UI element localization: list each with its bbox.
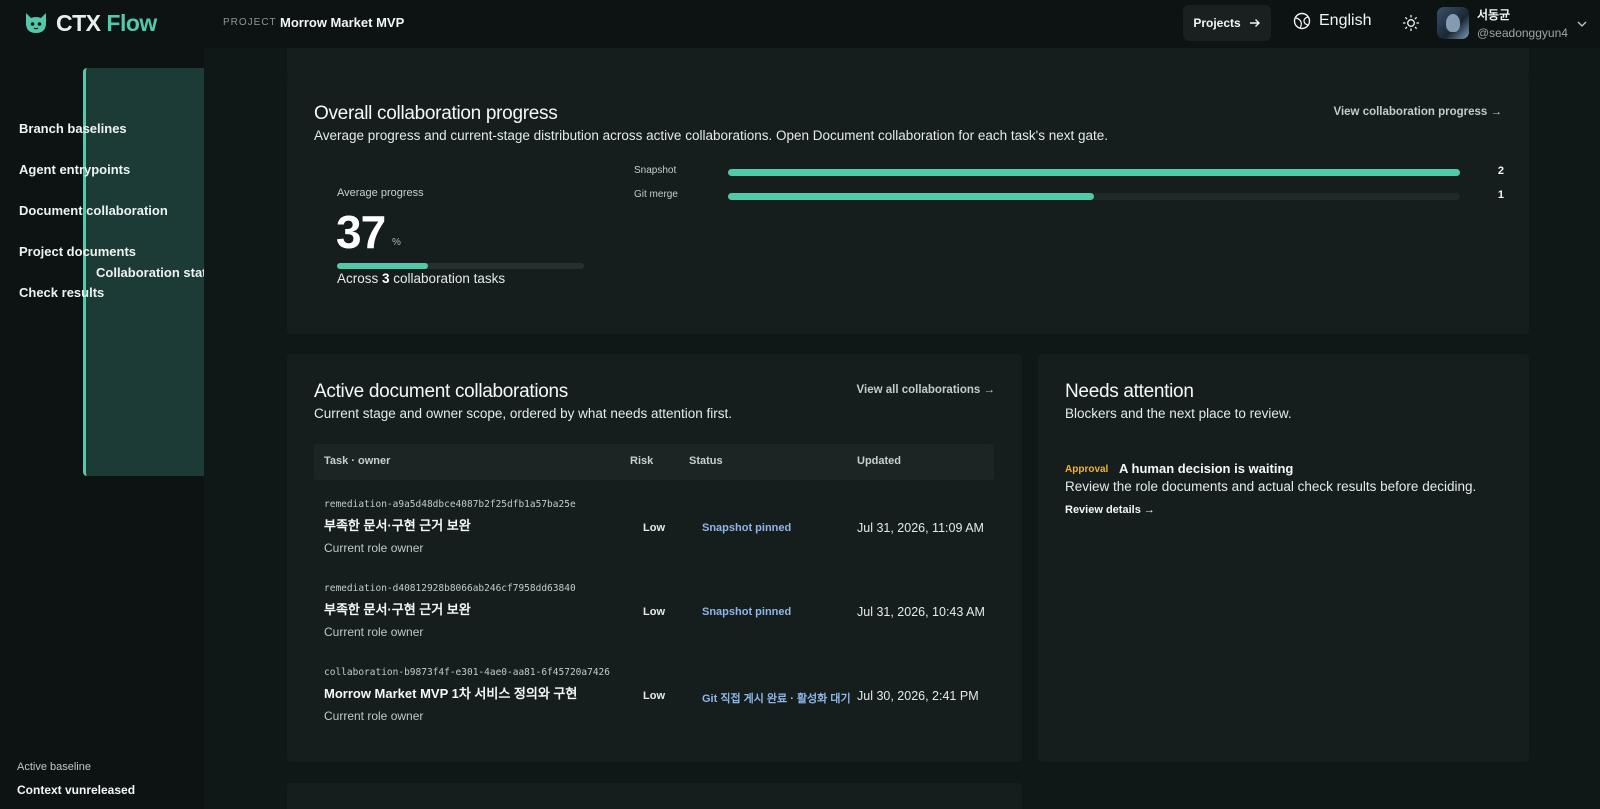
updated-time: Jul 31, 2026, 10:43 AM bbox=[857, 605, 985, 619]
needs-attention-card: Needs attention Blockers and the next pl… bbox=[1038, 354, 1529, 762]
table-header: Task · owner Risk Status Updated bbox=[314, 444, 994, 480]
chevron-down-icon[interactable] bbox=[1576, 18, 1588, 30]
task-id: remediation-d40812928b8066ab246cf7958dd6… bbox=[324, 583, 576, 594]
across-prefix: Across bbox=[337, 271, 383, 286]
sidebar-item-branch-baselines[interactable]: Branch baselines bbox=[6, 109, 192, 147]
sidebar-item-agent-entrypoints[interactable]: Agent entrypoints bbox=[6, 150, 192, 188]
risk-value: Low bbox=[643, 522, 665, 534]
overall-progress-description: Average progress and current-stage distr… bbox=[314, 128, 1109, 143]
task-title[interactable]: Morrow Market MVP 1차 서비스 정의와 구현 bbox=[324, 683, 577, 702]
language-label: English bbox=[1319, 12, 1372, 29]
brand-name: CTX Flow bbox=[56, 10, 157, 37]
stage-name: Snapshot bbox=[634, 165, 677, 176]
projects-button-label: Projects bbox=[1193, 16, 1241, 30]
across-count: 3 bbox=[382, 271, 390, 286]
needs-attention-description: Blockers and the next place to review. bbox=[1065, 406, 1292, 421]
average-progress-unit: % bbox=[392, 237, 401, 248]
task-id: remediation-a9a5d48dbce4087b2f25dfb1a57b… bbox=[324, 499, 576, 510]
task-title[interactable]: 부족한 문서·구현 근거 보완 bbox=[324, 515, 471, 534]
cat-logo-icon bbox=[26, 13, 46, 33]
updated-time: Jul 30, 2026, 2:41 PM bbox=[857, 689, 979, 703]
stage-bar bbox=[728, 193, 1460, 200]
task-title[interactable]: 부족한 문서·구현 근거 보완 bbox=[324, 599, 471, 618]
risk-value: Low bbox=[643, 606, 665, 618]
overall-progress-title: Overall collaboration progress bbox=[314, 103, 558, 124]
active-collaborations-title: Active document collaborations bbox=[314, 381, 568, 402]
brand-logo[interactable]: CTX Flow bbox=[22, 9, 157, 37]
view-all-collaborations-link[interactable]: View all collaborations → bbox=[857, 384, 995, 396]
stage-fill bbox=[728, 169, 1460, 176]
task-owner: Current role owner bbox=[324, 541, 424, 555]
sidebar-item-project-documents[interactable]: Project documents bbox=[6, 232, 192, 270]
avatar bbox=[1437, 7, 1469, 39]
stage-name: Git merge bbox=[634, 189, 678, 200]
sidebar: Collaboration status Branch baselines Ag… bbox=[0, 48, 818, 809]
brand-ctx: CTX bbox=[56, 9, 101, 36]
stage-bar bbox=[728, 169, 1460, 176]
user-info: 서동균 @seadonggyun4 bbox=[1477, 6, 1568, 40]
active-baseline-label: Active baseline bbox=[17, 761, 91, 773]
projects-button[interactable]: Projects bbox=[1183, 5, 1271, 41]
project-name: Morrow Market MVP bbox=[280, 15, 405, 30]
attention-item-description: Review the role documents and actual che… bbox=[1065, 479, 1477, 494]
main-content: Overall collaboration progress Average p… bbox=[204, 48, 1600, 809]
across-tasks-text: Across 3 collaboration tasks bbox=[337, 271, 505, 286]
user-handle: @seadonggyun4 bbox=[1477, 26, 1568, 40]
sidebar-item-document-collaboration[interactable]: Document collaboration bbox=[6, 191, 192, 229]
needs-attention-title: Needs attention bbox=[1065, 381, 1194, 402]
stage-count: 2 bbox=[1497, 165, 1504, 177]
user-name: 서동균 bbox=[1477, 8, 1511, 22]
language-selector[interactable]: English bbox=[1293, 12, 1371, 30]
updated-time: Jul 31, 2026, 11:09 AM bbox=[857, 521, 984, 535]
status-link[interactable]: Git 직접 게시 완료 · 활성화 대기 bbox=[702, 690, 851, 706]
column-status: Status bbox=[689, 455, 723, 467]
column-risk: Risk bbox=[630, 455, 654, 467]
stage-row-git-merge: Git merge 1 bbox=[634, 188, 1504, 204]
average-progress-fill bbox=[337, 263, 429, 269]
active-collaborations-description: Current stage and owner scope, ordered b… bbox=[314, 406, 732, 421]
globe-icon bbox=[1293, 12, 1311, 30]
table-row[interactable]: collaboration-b9873f4f-e301-4ae0-aa81-6f… bbox=[314, 667, 994, 751]
stage-fill bbox=[728, 193, 1094, 200]
status-link[interactable]: Snapshot pinned bbox=[702, 522, 791, 534]
next-card bbox=[287, 783, 1022, 809]
user-menu[interactable]: 서동균 @seadonggyun4 bbox=[1437, 6, 1568, 40]
table-row[interactable]: remediation-d40812928b8066ab246cf7958dd6… bbox=[314, 583, 994, 667]
stage-row-snapshot: Snapshot 2 bbox=[634, 164, 1504, 180]
average-progress-label: Average progress bbox=[337, 187, 424, 199]
previous-card bbox=[287, 48, 1529, 77]
active-collaborations-card: Active document collaborations Current s… bbox=[287, 354, 1022, 762]
average-progress-value: 37 bbox=[336, 206, 386, 258]
arrow-right-icon bbox=[1249, 19, 1260, 27]
average-progress-bar bbox=[337, 263, 584, 269]
status-link[interactable]: Snapshot pinned bbox=[702, 606, 791, 618]
column-updated: Updated bbox=[857, 455, 901, 467]
top-bar: CTX Flow PROJECT Morrow Market MVP Proje… bbox=[0, 0, 1600, 48]
task-owner: Current role owner bbox=[324, 709, 424, 723]
review-details-link[interactable]: Review details → bbox=[1065, 504, 1155, 516]
task-owner: Current role owner bbox=[324, 625, 424, 639]
column-task: Task · owner bbox=[324, 455, 391, 467]
sun-icon[interactable] bbox=[1402, 14, 1420, 32]
task-id: collaboration-b9873f4f-e301-4ae0-aa81-6f… bbox=[324, 667, 610, 678]
stage-count: 1 bbox=[1497, 189, 1504, 201]
risk-value: Low bbox=[643, 690, 665, 702]
overall-progress-card: Overall collaboration progress Average p… bbox=[287, 77, 1529, 334]
table-row[interactable]: remediation-a9a5d48dbce4087b2f25dfb1a57b… bbox=[314, 499, 994, 583]
across-suffix: collaboration tasks bbox=[389, 271, 506, 286]
approval-badge: Approval bbox=[1065, 464, 1109, 475]
view-collaboration-progress-link[interactable]: View collaboration progress → bbox=[1334, 106, 1503, 118]
brand-flow: Flow bbox=[106, 9, 157, 36]
project-label: PROJECT bbox=[223, 17, 277, 28]
sidebar-item-check-results[interactable]: Check results bbox=[6, 273, 192, 311]
attention-item-title: A human decision is waiting bbox=[1119, 461, 1294, 476]
active-baseline-value[interactable]: Context vunreleased bbox=[17, 783, 135, 797]
